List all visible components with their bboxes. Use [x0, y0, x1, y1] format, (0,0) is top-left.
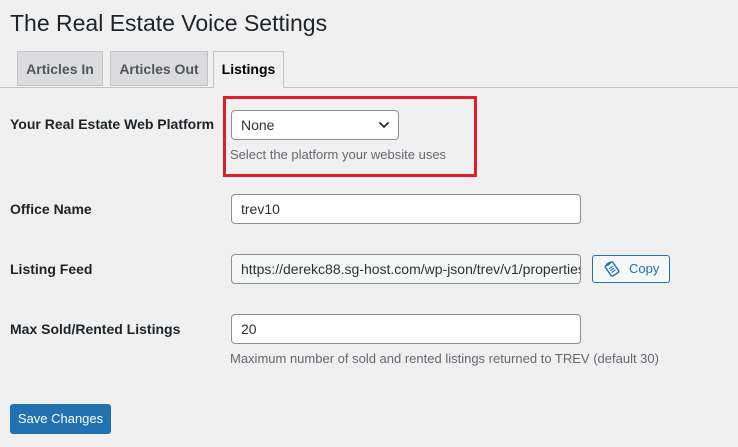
office-name-label: Office Name: [10, 201, 92, 217]
tab-listings[interactable]: Listings: [213, 51, 284, 88]
platform-description: Select the platform your website uses: [230, 147, 447, 162]
tab-articles-out[interactable]: Articles Out: [110, 51, 208, 86]
office-name-input[interactable]: trev10: [231, 194, 581, 224]
platform-label: Your Real Estate Web Platform: [10, 116, 215, 132]
copy-button-label: Copy: [629, 261, 660, 276]
tab-articles-in[interactable]: Articles In: [17, 51, 103, 86]
tab-bar: Articles In Articles Out Listings: [0, 51, 738, 88]
listing-feed-input[interactable]: https://derekc88.sg-host.com/wp-json/tre…: [231, 254, 581, 284]
save-changes-button[interactable]: Save Changes: [10, 404, 111, 434]
clipboard-icon: [604, 261, 620, 277]
chevron-down-icon: [379, 122, 389, 128]
platform-select-value: None: [241, 117, 275, 133]
copy-button[interactable]: Copy: [592, 255, 670, 283]
max-listings-description: Maximum number of sold and rented listin…: [230, 351, 659, 366]
settings-page: The Real Estate Voice Settings Articles …: [0, 0, 738, 447]
page-title: The Real Estate Voice Settings: [10, 10, 328, 36]
max-listings-input[interactable]: 20: [231, 314, 581, 344]
max-listings-label: Max Sold/Rented Listings: [10, 321, 181, 337]
platform-select[interactable]: None: [231, 110, 399, 140]
listing-feed-label: Listing Feed: [10, 261, 93, 277]
